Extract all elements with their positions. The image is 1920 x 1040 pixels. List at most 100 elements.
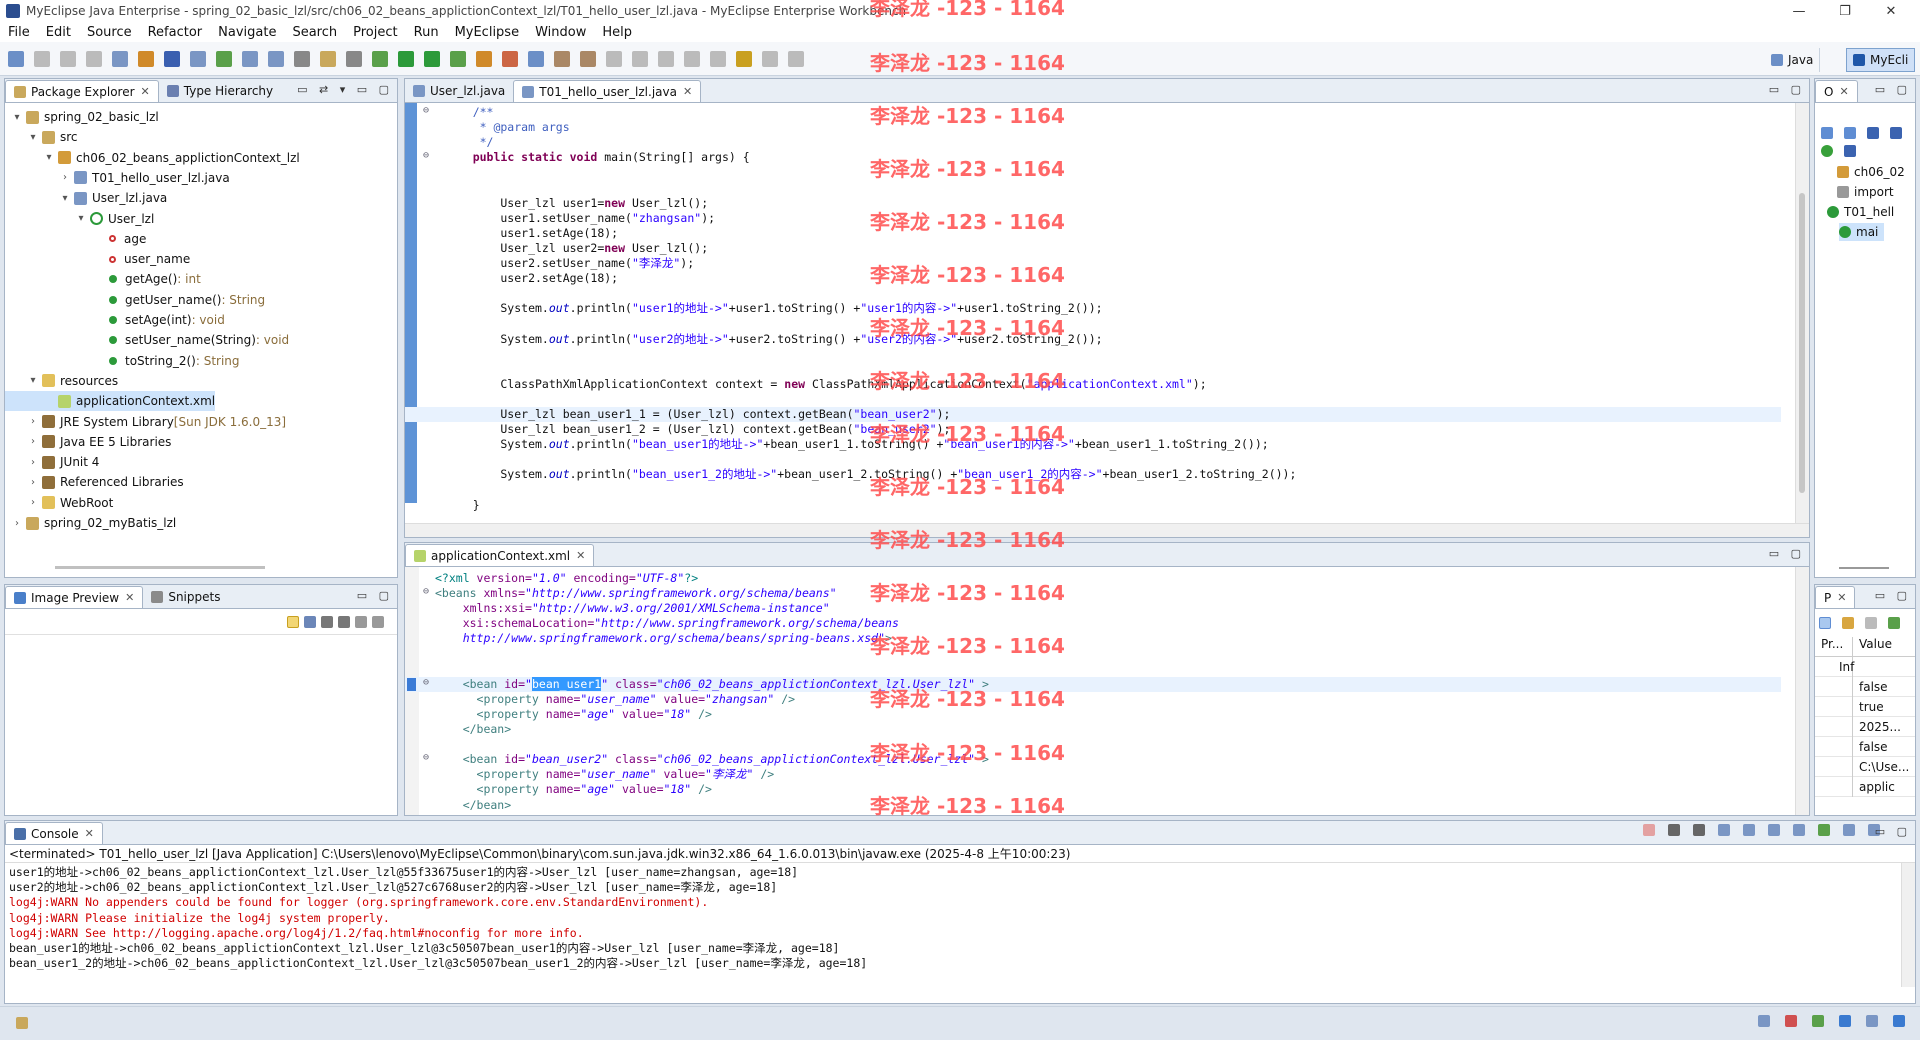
tray-icon[interactable] (1758, 1015, 1770, 1027)
tab-user-lzl-java[interactable]: User_lzl.java (405, 80, 513, 102)
expand-toggle-icon[interactable]: ▾ (75, 213, 87, 224)
toolbar-button-icon[interactable] (138, 50, 154, 67)
tree-item-lib[interactable]: › Referenced Libraries (5, 472, 184, 492)
tab-type-hierarchy[interactable]: Type Hierarchy (159, 80, 281, 102)
tree-item-lib[interactable]: › JUnit 4 (5, 452, 99, 472)
menu-edit[interactable]: Edit (46, 25, 71, 40)
close-icon[interactable]: ✕ (125, 591, 134, 604)
tree-item-class[interactable]: ▾ User_lzl (5, 209, 154, 229)
tree-item-field[interactable]: age (5, 229, 146, 249)
tree-item-method[interactable]: getAge() : int (5, 269, 201, 289)
expand-toggle-icon[interactable]: › (27, 497, 39, 508)
menu-source[interactable]: Source (87, 25, 132, 40)
filter-icon[interactable] (1842, 617, 1854, 629)
clear-console-icon[interactable] (1718, 824, 1730, 836)
minimize-maximize-icons[interactable]: ▭ ▢ (1769, 83, 1805, 96)
property-row[interactable]: Inf (1815, 656, 1915, 677)
maximize-button[interactable]: ❐ (1822, 0, 1868, 22)
menu-run[interactable]: Run (414, 25, 439, 40)
collapse-all-icon[interactable] (1821, 127, 1833, 139)
minimize-maximize-icons[interactable]: ▭ ▢ (1875, 825, 1911, 838)
close-icon[interactable]: ✕ (85, 827, 94, 840)
toolbar-button-icon[interactable] (216, 50, 232, 67)
toolbar-button-icon[interactable] (554, 50, 570, 67)
menu-window[interactable]: Window (535, 25, 586, 40)
tree-item-method[interactable]: getUser_name() : String (5, 290, 265, 310)
fold-toggle-icon[interactable]: ⊖ (423, 586, 433, 597)
value-column-header[interactable]: Value (1853, 637, 1892, 656)
toolbar-button-icon[interactable] (632, 50, 648, 67)
outline-item[interactable]: T01_hell (1827, 203, 1894, 221)
minimize-maximize-icons[interactable]: ▭ ▢ (1875, 83, 1911, 96)
property-row[interactable]: false (1815, 736, 1915, 757)
expand-toggle-icon[interactable]: › (27, 416, 39, 427)
tree-item-field[interactable]: user_name (5, 249, 190, 269)
expand-toggle-icon[interactable]: ▾ (11, 112, 23, 123)
tree-item-java[interactable]: ▾ User_lzl.java (5, 188, 167, 208)
tree-item-lib[interactable]: › JRE System Library [Sun JDK 1.6.0_13] (5, 412, 286, 432)
fast-view-icon[interactable] (16, 1017, 28, 1029)
toolbar-button-icon[interactable] (242, 50, 258, 67)
toolbar-button-icon[interactable] (190, 50, 206, 67)
fold-toggle-icon[interactable]: ⊖ (423, 105, 433, 116)
toolbar-button-icon[interactable] (294, 50, 310, 67)
display-console-icon[interactable] (1843, 824, 1855, 836)
link-icon[interactable] (287, 615, 299, 628)
fold-toggle-icon[interactable]: ⊖ (423, 752, 433, 763)
minimize-maximize-icons[interactable]: ▭ ▢ (1875, 589, 1911, 602)
xml-code-area[interactable]: <?xml version="1.0" encoding="UTF-8"?> <b… (405, 567, 1809, 815)
console-vertical-scrollbar[interactable] (1901, 863, 1915, 987)
hide-local-types-icon[interactable] (1844, 145, 1856, 157)
expand-toggle-icon[interactable]: ▾ (59, 193, 71, 204)
tray-icon[interactable] (1893, 1015, 1905, 1027)
outline-item[interactable]: mai (1839, 223, 1885, 241)
hide-fields-icon[interactable] (1867, 127, 1879, 139)
tree-item-method[interactable]: toString_2() : String (5, 351, 240, 371)
toolbar-button-icon[interactable] (450, 50, 466, 67)
categories-icon[interactable] (1819, 617, 1831, 629)
pin-icon[interactable] (1888, 617, 1900, 629)
show-stderr-icon[interactable] (1793, 824, 1805, 836)
tree-item-package[interactable]: ▾ ch06_02_beans_applictionContext_lzl (5, 148, 299, 168)
toolbar-button-icon[interactable] (86, 50, 102, 67)
hide-static-icon[interactable] (1890, 127, 1902, 139)
tree-item-project[interactable]: › spring_02_myBatis_lzl (5, 513, 176, 533)
expand-toggle-icon[interactable]: › (27, 436, 39, 447)
restore-default-icon[interactable] (1865, 617, 1877, 629)
toolbar-button-icon[interactable] (580, 50, 596, 67)
perspective-java[interactable]: Java (1765, 48, 1821, 72)
terminate-icon[interactable] (1643, 824, 1655, 836)
actual-size-icon[interactable] (355, 615, 367, 628)
menu-search[interactable]: Search (292, 25, 337, 40)
tray-icon[interactable] (1866, 1015, 1878, 1027)
toolbar-button-icon[interactable] (710, 50, 726, 67)
minimize-button[interactable]: — (1776, 0, 1822, 22)
property-row[interactable]: 2025... (1815, 716, 1915, 737)
tray-icon[interactable] (1812, 1015, 1824, 1027)
view-menu-icon[interactable]: ▭ ⇄ ▾ ▭ ▢ (297, 83, 393, 96)
tab-t01-hello-user-lzl-java[interactable]: T01_hello_user_lzl.java ✕ (513, 80, 702, 102)
toolbar-button-icon[interactable] (164, 50, 180, 67)
toolbar-button-icon[interactable] (34, 50, 50, 67)
tray-icon[interactable] (1785, 1015, 1797, 1027)
toolbar-button-icon[interactable] (320, 50, 336, 67)
close-icon[interactable]: ✕ (1837, 591, 1846, 604)
fold-toggle-icon[interactable]: ⊖ (423, 150, 433, 161)
toolbar-button-icon[interactable] (372, 50, 388, 67)
toolbar-button-icon[interactable] (736, 50, 752, 67)
minimize-maximize-icons[interactable]: ▭ ▢ (357, 589, 393, 602)
toolbar-button-icon[interactable] (762, 50, 778, 67)
property-column-header[interactable]: Pr... (1815, 637, 1853, 656)
toolbar-button-icon[interactable] (684, 50, 700, 67)
console-output[interactable]: user1的地址->ch06_02_beans_applictionContex… (5, 863, 1915, 987)
zoom-out-icon[interactable] (321, 615, 333, 628)
close-icon[interactable]: ✕ (683, 85, 692, 98)
menu-navigate[interactable]: Navigate (218, 25, 276, 40)
tab-application-context-xml[interactable]: applicationContext.xml ✕ (405, 544, 595, 566)
outline-item[interactable]: ch06_02 (1837, 163, 1905, 181)
expand-toggle-icon[interactable]: ▾ (27, 375, 39, 386)
toolbar-button-icon[interactable] (346, 50, 362, 67)
property-row[interactable]: C:\Use... (1815, 756, 1915, 777)
menu-refactor[interactable]: Refactor (148, 25, 203, 40)
expand-toggle-icon[interactable]: › (59, 172, 71, 183)
